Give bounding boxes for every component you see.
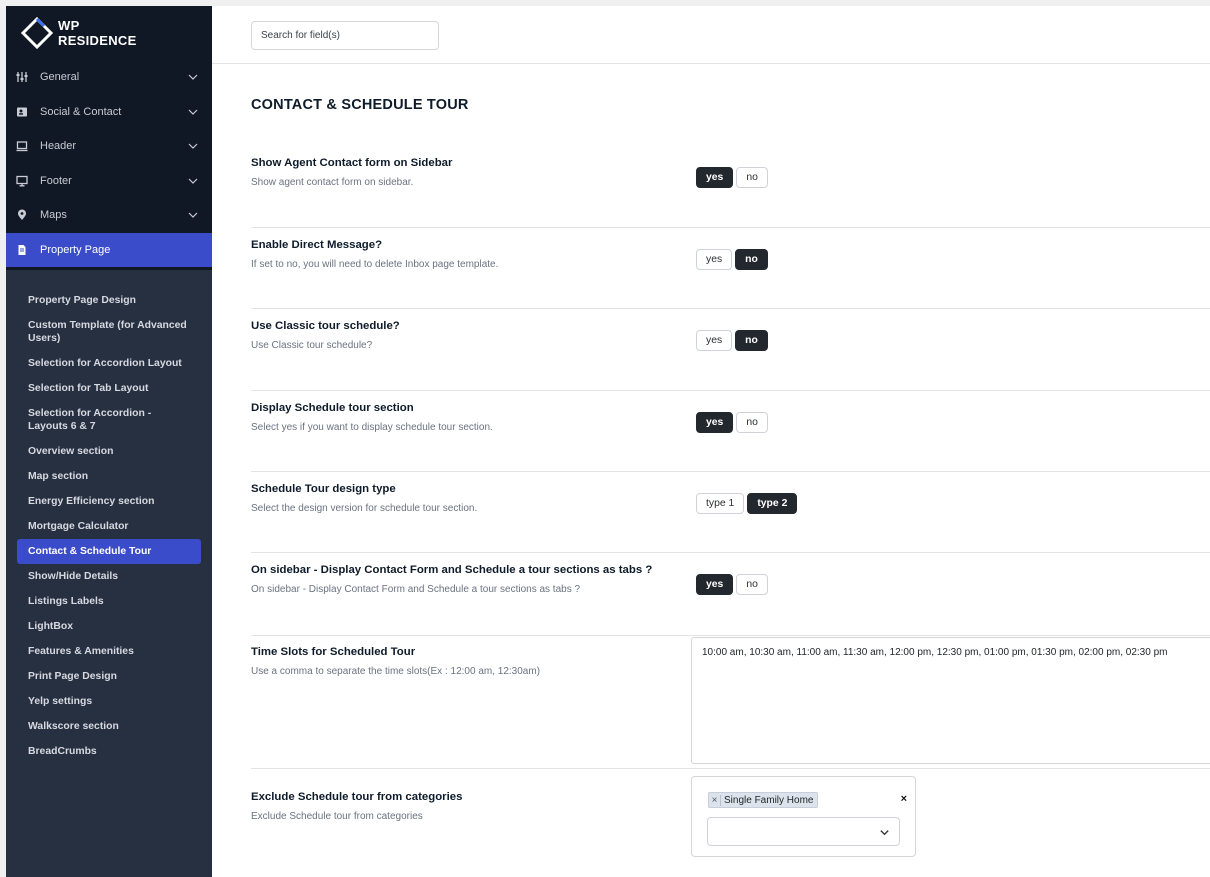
laptop-icon xyxy=(16,140,28,152)
brand-line-1: WP xyxy=(58,18,80,33)
submenu-item[interactable]: Mortgage Calculator xyxy=(17,514,201,539)
exclude-categories-multiselect[interactable]: × Single Family Home × xyxy=(691,776,916,857)
sidebar-item-label: Social & Contact xyxy=(40,105,122,118)
option-no-button[interactable]: no xyxy=(736,167,768,188)
property-page-submenu: Property Page Design Custom Template (for… xyxy=(6,270,212,877)
option-toggle-group: type 1 type 2 xyxy=(696,493,798,514)
clear-selection-icon[interactable]: × xyxy=(901,793,907,805)
option-type-1-button[interactable]: type 1 xyxy=(696,493,745,514)
option-yes-button[interactable]: yes xyxy=(696,574,734,595)
submenu-item[interactable]: Features & Amenities xyxy=(17,639,201,664)
chevron-down-icon xyxy=(188,107,198,117)
setting-row: Schedule Tour design type Select the desi… xyxy=(251,473,1210,553)
submenu-item[interactable]: Selection for Accordion Layout xyxy=(17,351,201,376)
sliders-icon xyxy=(16,71,28,83)
option-toggle-group: yes no xyxy=(696,574,768,595)
sidebar-item-label: Property Page xyxy=(40,243,111,256)
search-input[interactable] xyxy=(251,21,439,50)
sidebar-item-header[interactable]: Header xyxy=(6,129,212,164)
option-no-button[interactable]: no xyxy=(736,574,768,595)
sidebar-item-label: Maps xyxy=(40,209,67,222)
option-no-button[interactable]: no xyxy=(736,412,768,433)
monitor-icon xyxy=(16,175,28,187)
logo-diamond-icon xyxy=(20,16,54,50)
chevron-down-icon xyxy=(880,830,889,836)
sidebar-item-footer[interactable]: Footer xyxy=(6,164,212,199)
submenu-item[interactable]: Print Page Design xyxy=(17,664,201,689)
brand-line-2: RESIDENCE xyxy=(58,33,137,48)
option-toggle-group: yes no xyxy=(696,167,768,188)
setting-row: Display Schedule tour section Select yes … xyxy=(251,392,1210,472)
sidebar-item-general[interactable]: General xyxy=(6,60,212,95)
submenu-item[interactable]: Energy Efficiency section xyxy=(17,489,201,514)
chip-label: Single Family Home xyxy=(724,794,814,806)
sidebar-item-label: General xyxy=(40,71,80,84)
remove-chip-icon[interactable]: × xyxy=(709,794,721,806)
document-icon xyxy=(16,244,28,256)
option-no-button[interactable]: no xyxy=(735,330,768,351)
chevron-down-icon xyxy=(188,176,198,186)
chevron-down-icon xyxy=(188,210,198,220)
setting-row: Enable Direct Message? If set to no, you … xyxy=(251,229,1210,309)
page-title: CONTACT & SCHEDULE TOUR xyxy=(251,97,469,113)
contact-card-icon xyxy=(16,106,28,118)
submenu-item[interactable]: Walkscore section xyxy=(17,714,201,739)
submenu-item[interactable]: Property Page Design xyxy=(17,288,201,313)
setting-row: On sidebar - Display Contact Form and Sc… xyxy=(251,554,1210,636)
brand-name: WP RESIDENCE xyxy=(58,18,137,48)
chevron-down-icon xyxy=(188,141,198,151)
submenu-item[interactable]: Yelp settings xyxy=(17,689,201,714)
submenu-item[interactable]: BreadCrumbs xyxy=(17,739,201,764)
option-no-button[interactable]: no xyxy=(735,249,768,270)
main-content: CONTACT & SCHEDULE TOUR Show Agent Conta… xyxy=(212,6,1210,877)
submenu-item[interactable]: Custom Template (for Advanced Users) xyxy=(17,313,201,351)
map-pin-icon xyxy=(16,209,28,221)
option-toggle-group: yes no xyxy=(696,330,768,351)
option-yes-button[interactable]: yes xyxy=(696,412,734,433)
sidebar-item-social-contact[interactable]: Social & Contact xyxy=(6,95,212,130)
sidebar-item-label: Footer xyxy=(40,174,72,187)
submenu-item[interactable]: Map section xyxy=(17,464,201,489)
option-type-2-button[interactable]: type 2 xyxy=(747,493,798,514)
submenu-item[interactable]: Overview section xyxy=(17,439,201,464)
submenu-item[interactable]: Listings Labels xyxy=(17,589,201,614)
submenu-item[interactable]: Contact & Schedule Tour xyxy=(17,539,201,564)
setting-row: Show Agent Contact form on Sidebar Show a… xyxy=(251,147,1210,228)
option-yes-button[interactable]: yes xyxy=(696,330,733,351)
submenu-item[interactable]: Show/Hide Details xyxy=(17,564,201,589)
submenu-item[interactable]: LightBox xyxy=(17,614,201,639)
sidebar-item-label: Header xyxy=(40,140,77,153)
top-bar xyxy=(212,6,1210,64)
chevron-down-icon xyxy=(188,72,198,82)
category-chip: × Single Family Home xyxy=(708,792,819,808)
sidebar-nav: General Social & Contact Header Footer Maps P… xyxy=(6,60,212,267)
sidebar-item-maps[interactable]: Maps xyxy=(6,198,212,233)
setting-row: Use Classic tour schedule? Use Classic to… xyxy=(251,310,1210,391)
option-yes-button[interactable]: yes xyxy=(696,249,733,270)
category-select-dropdown[interactable] xyxy=(707,817,900,846)
option-yes-button[interactable]: yes xyxy=(696,167,734,188)
sidebar-item-property-page[interactable]: Property Page xyxy=(6,232,212,267)
app-frame: WP RESIDENCE General Social & Contact Head… xyxy=(6,6,1210,877)
time-slots-textarea[interactable]: 10:00 am, 10:30 am, 11:00 am, 11:30 am, … xyxy=(691,637,1210,764)
brand-logo[interactable]: WP RESIDENCE xyxy=(6,6,212,60)
submenu-item[interactable]: Selection for Accordion - Layouts 6 & 7 xyxy=(17,401,201,439)
submenu-item[interactable]: Selection for Tab Layout xyxy=(17,376,201,401)
option-toggle-group: yes no xyxy=(696,412,768,433)
option-toggle-group: yes no xyxy=(696,249,768,270)
sidebar: WP RESIDENCE General Social & Contact Head… xyxy=(6,6,212,877)
